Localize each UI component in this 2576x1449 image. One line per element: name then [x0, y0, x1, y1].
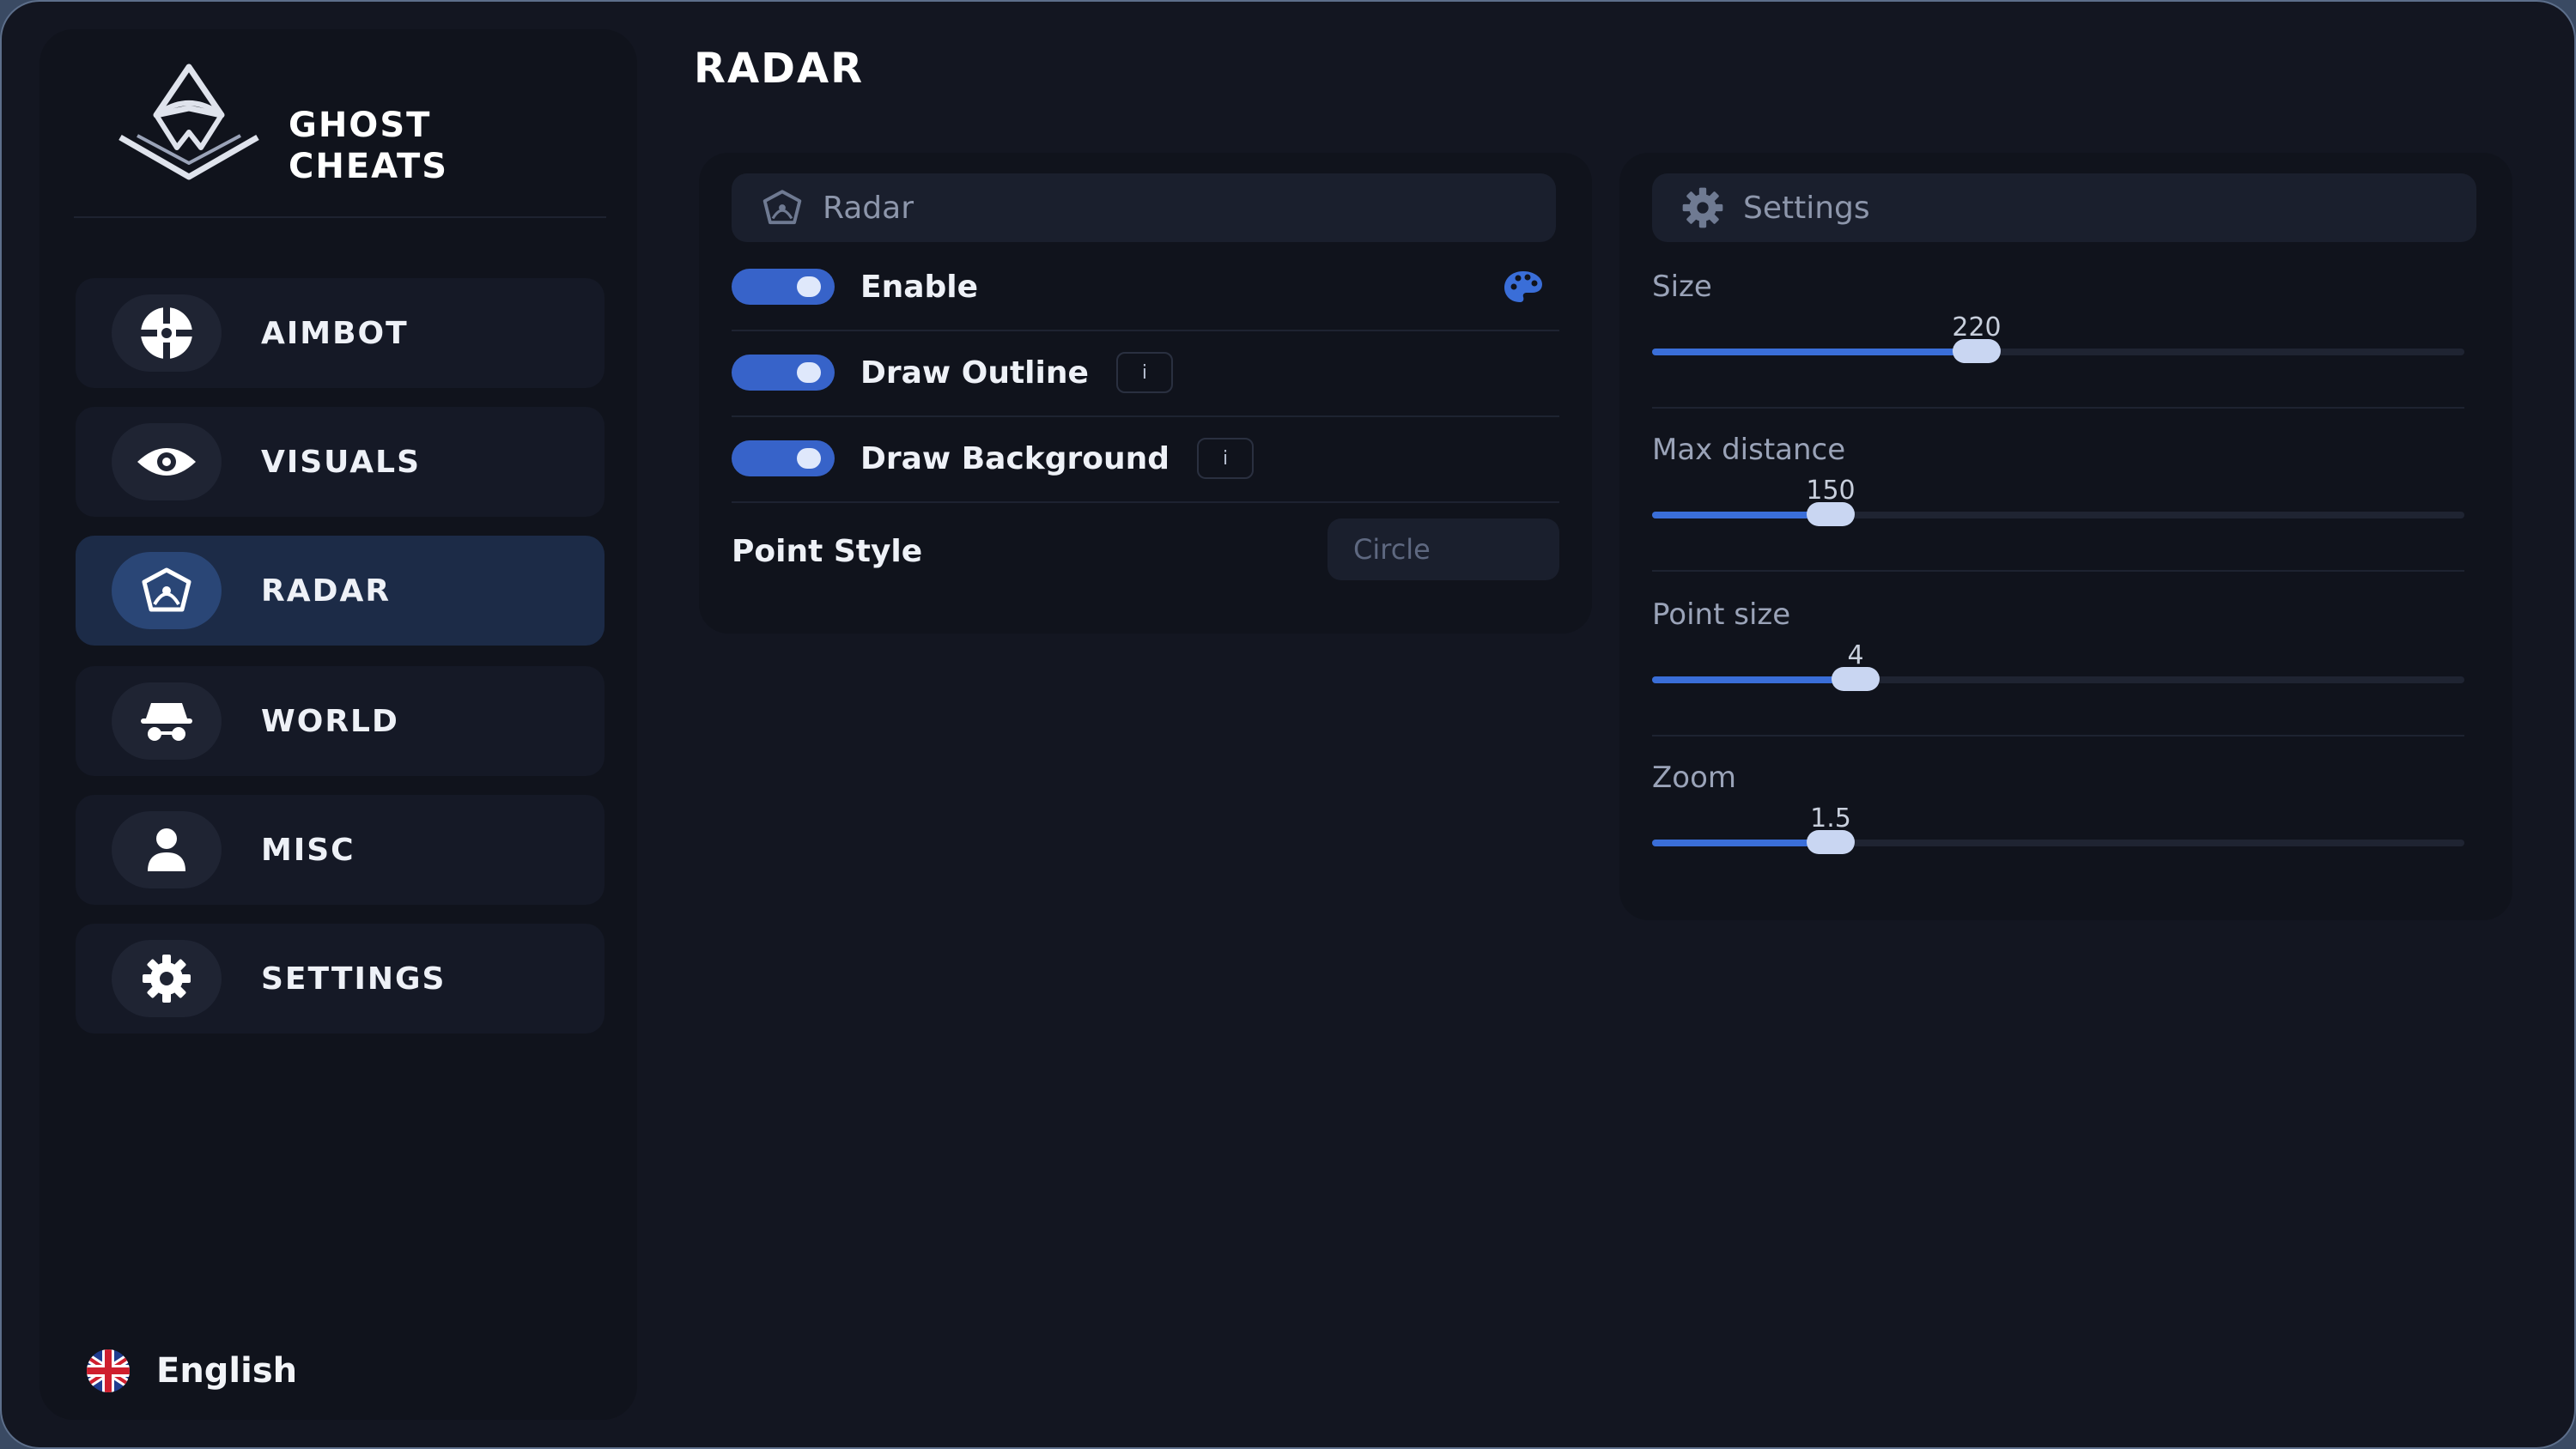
sidebar-item-visuals[interactable]: VISUALS: [76, 407, 605, 517]
sidebar-item-settings[interactable]: SETTINGS: [76, 924, 605, 1034]
ghost-logo-icon: [118, 64, 259, 180]
slider-label: Point size: [1652, 597, 1791, 632]
radar-panel-header: Radar: [732, 173, 1556, 242]
sidebar-item-label: WORLD: [261, 703, 399, 739]
slider-thumb[interactable]: [1807, 830, 1855, 854]
sidebar-item-label: RADAR: [261, 573, 392, 609]
gear-icon: [112, 940, 222, 1017]
radar-panel: Radar Enable Draw Outline i Draw Backgro…: [699, 153, 1592, 634]
draw-background-label: Draw Background: [860, 440, 1170, 476]
slider-track[interactable]: [1652, 667, 2464, 691]
gear-icon: [1682, 187, 1723, 228]
draw-background-info-button[interactable]: i: [1197, 438, 1255, 479]
enable-label: Enable: [860, 269, 979, 305]
settings-panel-header: Settings: [1652, 173, 2476, 242]
radar-panel-title: Radar: [823, 190, 914, 226]
language-selector[interactable]: English: [76, 1349, 297, 1392]
slider-fill: [1652, 512, 1831, 518]
color-palette-icon[interactable]: [1503, 270, 1544, 304]
radar-icon: [762, 190, 802, 225]
slider-track[interactable]: [1652, 830, 2464, 854]
max-distance-slider: Max distance 150: [1652, 433, 2468, 596]
radar-icon: [112, 552, 222, 629]
brand-line2: CHEATS: [289, 147, 449, 186]
slider-thumb[interactable]: [1832, 667, 1880, 691]
settings-panel-title: Settings: [1743, 190, 1870, 226]
sidebar-divider: [74, 216, 606, 218]
sidebar-item-label: SETTINGS: [261, 961, 447, 997]
size-slider: Size 220: [1652, 270, 2468, 433]
slider-fill: [1652, 676, 1856, 683]
zoom-slider: Zoom 1.5: [1652, 761, 2468, 924]
settings-panel: Settings Size 220 Max distance 150 Point…: [1619, 153, 2512, 920]
sidebar-item-label: MISC: [261, 832, 355, 868]
point-style-select[interactable]: Circle: [1327, 518, 1559, 580]
draw-outline-toggle[interactable]: [732, 355, 835, 391]
sidebar: GHOST CHEATS AIMBOT VISUALS RADAR WORLD …: [39, 29, 637, 1420]
slider-value: 150: [1806, 476, 1856, 506]
draw-outline-row: Draw Outline i: [732, 330, 1559, 417]
spy-icon: [112, 682, 222, 760]
draw-outline-label: Draw Outline: [860, 355, 1089, 391]
brand-line1: GHOST: [289, 106, 432, 145]
point-style-row: Point Style Circle: [732, 508, 1559, 594]
slider-label: Zoom: [1652, 761, 1737, 795]
slider-fill: [1652, 349, 1977, 355]
draw-background-row: Draw Background i: [732, 415, 1559, 503]
sidebar-item-aimbot[interactable]: AIMBOT: [76, 278, 605, 388]
crosshair-icon: [112, 294, 222, 372]
uk-flag-icon: [87, 1349, 130, 1392]
brand-logo: GHOST CHEATS: [112, 62, 541, 208]
sidebar-item-label: VISUALS: [261, 444, 422, 480]
page-title: RADAR: [694, 45, 865, 93]
enable-toggle[interactable]: [732, 269, 835, 305]
sidebar-item-world[interactable]: WORLD: [76, 666, 605, 776]
slider-label: Size: [1652, 270, 1712, 304]
app-window: GHOST CHEATS AIMBOT VISUALS RADAR WORLD …: [0, 0, 2576, 1449]
sidebar-item-radar[interactable]: RADAR: [76, 536, 605, 646]
point-style-label: Point Style: [732, 533, 923, 569]
slider-fill: [1652, 840, 1831, 846]
draw-outline-info-button[interactable]: i: [1115, 352, 1173, 393]
slider-thumb[interactable]: [1953, 339, 2001, 363]
slider-thumb[interactable]: [1807, 502, 1855, 526]
sidebar-item-label: AIMBOT: [261, 315, 409, 351]
slider-label: Max distance: [1652, 433, 1846, 467]
slider-separator: [1652, 407, 2464, 409]
user-icon: [112, 811, 222, 888]
point-style-value: Circle: [1353, 533, 1431, 566]
slider-track[interactable]: [1652, 502, 2464, 526]
slider-value: 1.5: [1810, 803, 1851, 834]
slider-separator: [1652, 570, 2464, 572]
sidebar-item-misc[interactable]: MISC: [76, 795, 605, 905]
eye-icon: [112, 423, 222, 500]
point-size-slider: Point size 4: [1652, 597, 2468, 761]
slider-track[interactable]: [1652, 339, 2464, 363]
slider-separator: [1652, 735, 2464, 737]
enable-row: Enable: [732, 244, 1559, 331]
draw-background-toggle[interactable]: [732, 440, 835, 476]
language-label: English: [156, 1351, 298, 1391]
slider-value: 4: [1847, 640, 1864, 670]
slider-value: 220: [1952, 312, 2002, 343]
